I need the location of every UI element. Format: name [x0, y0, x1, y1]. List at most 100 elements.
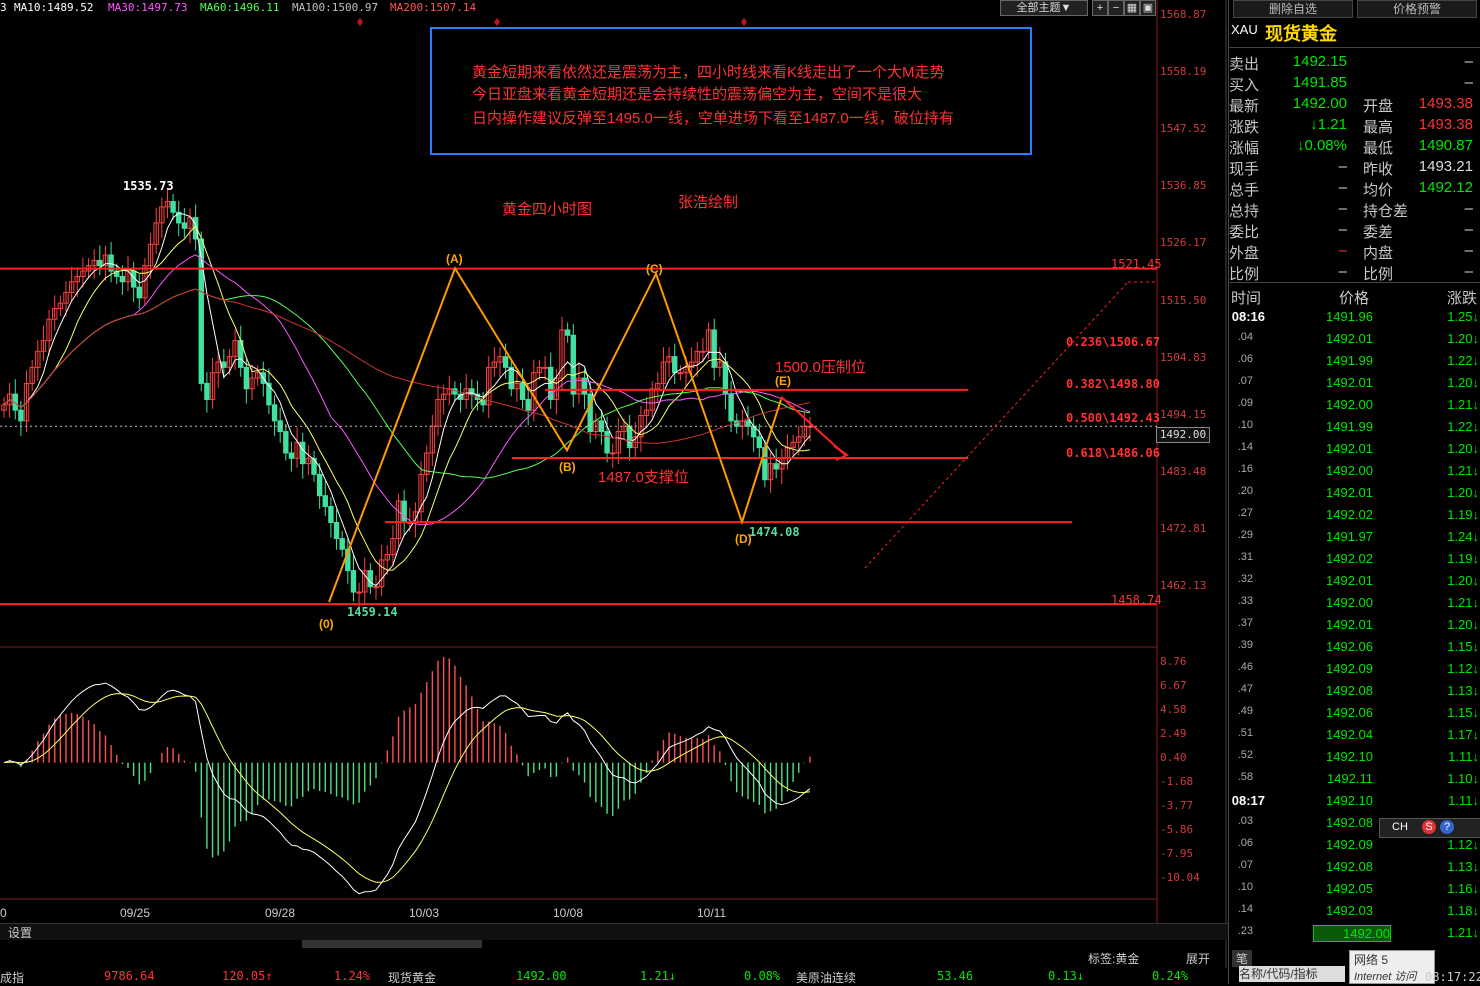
- current-price-tag: 1492.00: [1156, 427, 1210, 443]
- tick-row[interactable]: .09 1492.00 1.21↓: [1229, 394, 1480, 416]
- tick-row[interactable]: 08:17 1492.10 1.11↓: [1229, 790, 1480, 812]
- quote-row: 卖出 1492.15 –: [1229, 51, 1480, 73]
- tick-row[interactable]: .14 1492.03 1.18↓: [1229, 900, 1480, 922]
- tick-row[interactable]: .10 1491.99 1.22↓: [1229, 416, 1480, 438]
- candle-body: [711, 329, 717, 368]
- candle-body: [136, 286, 142, 299]
- tick-row[interactable]: 08:16 1491.96 1.25↓: [1229, 306, 1480, 328]
- wave-0-label: (0): [319, 617, 334, 631]
- search-input[interactable]: 名称/代码/指标: [1239, 966, 1345, 982]
- symbol-code: XAU: [1231, 22, 1258, 37]
- tick-change: 1.12↓: [1447, 661, 1479, 676]
- tick-row[interactable]: .20 1492.01 1.20↓: [1229, 482, 1480, 504]
- tick-row[interactable]: .46 1492.09 1.12↓: [1229, 658, 1480, 680]
- window-icon[interactable]: ▣: [1140, 0, 1156, 16]
- tick-row[interactable]: .52 1492.10 1.11↓: [1229, 746, 1480, 768]
- candle-body: [373, 586, 379, 589]
- tick-price: 1492.04: [1326, 727, 1373, 742]
- ma-prefix: 3: [0, 1, 7, 14]
- fib-500-label: 0.500\1492.43: [1066, 411, 1160, 425]
- tick-row[interactable]: .06 1491.99 1.22↓: [1229, 350, 1480, 372]
- tick-price: 1492.00: [1326, 397, 1373, 412]
- tick-time: .27: [1237, 507, 1253, 519]
- time-tick: 0: [0, 906, 7, 920]
- tick-row[interactable]: .23 1492.00 1.21↓: [1229, 922, 1480, 944]
- tick-change: 1.21↓: [1447, 463, 1479, 478]
- time-tick: 09/28: [265, 906, 296, 920]
- tick-row[interactable]: .29 1491.97 1.24↓: [1229, 526, 1480, 548]
- ticker-name-3[interactable]: 美原油连续: [796, 969, 856, 986]
- quote-label: 总手: [1229, 182, 1260, 199]
- quote-value: –: [1338, 200, 1347, 217]
- tick-row[interactable]: .32 1492.01 1.20↓: [1229, 570, 1480, 592]
- quote-label: 买入: [1229, 77, 1260, 94]
- scrollbar[interactable]: [302, 940, 482, 948]
- tick-row[interactable]: .37 1492.01 1.20↓: [1229, 614, 1480, 636]
- quote-label: 外盘: [1229, 245, 1260, 262]
- tick-time: 08:16: [1231, 309, 1265, 324]
- wave-a-label: (A): [446, 252, 463, 266]
- price-alert-button[interactable]: 价格预警: [1357, 0, 1477, 18]
- tick-row[interactable]: .07 1492.01 1.20↓: [1229, 372, 1480, 394]
- tick-header-time: 时间: [1231, 290, 1262, 307]
- candle-body: [672, 356, 678, 374]
- level-1521-label: 1521.45: [1111, 257, 1162, 271]
- divider: [1229, 282, 1480, 283]
- tick-change: 1.10↓: [1447, 771, 1479, 786]
- candle-body: [356, 591, 362, 594]
- ime-label: CH: [1392, 821, 1408, 833]
- tick-change: 1.13↓: [1447, 859, 1479, 874]
- tick-row[interactable]: .39 1492.06 1.15↓: [1229, 636, 1480, 658]
- tick-time: .10: [1237, 419, 1253, 431]
- tick-row[interactable]: .58 1492.11 1.10↓: [1229, 768, 1480, 790]
- tick-price: 1491.99: [1326, 419, 1373, 434]
- ime-bar[interactable]: CH S ?: [1379, 818, 1480, 838]
- tick-time: .47: [1237, 683, 1253, 695]
- tick-price: 1492.00: [1313, 925, 1391, 942]
- zoom-in-icon[interactable]: +: [1092, 0, 1108, 16]
- tick-time: 08:17: [1231, 793, 1265, 808]
- tick-header: 时间 价格 涨跌: [1229, 284, 1480, 307]
- delete-watchlist-button[interactable]: 删除自选: [1233, 0, 1353, 18]
- quote-value: –: [1338, 221, 1347, 238]
- tick-time: .46: [1237, 661, 1253, 673]
- tick-time: .52: [1237, 749, 1253, 761]
- quote-row: 涨幅 ↓0.08% 最低 1490.87: [1229, 135, 1480, 157]
- ticker-name-2[interactable]: 现货黄金: [388, 969, 436, 986]
- quote-value: 1492.00: [1292, 95, 1347, 112]
- ticker-name-1[interactable]: 成指: [0, 969, 24, 986]
- tick-change: 1.21↓: [1447, 595, 1479, 610]
- macd-dea-line: [3, 693, 811, 883]
- tick-row[interactable]: .16 1492.00 1.21↓: [1229, 460, 1480, 482]
- quote-label: 委差: [1363, 224, 1394, 241]
- help-icon[interactable]: ?: [1440, 820, 1454, 834]
- candle-body: [18, 409, 24, 422]
- zoom-out-icon[interactable]: −: [1108, 0, 1124, 16]
- theme-dropdown[interactable]: 全部主题▼: [1000, 0, 1088, 16]
- tick-row[interactable]: .47 1492.08 1.13↓: [1229, 680, 1480, 702]
- settings-button[interactable]: 设置: [8, 924, 32, 941]
- tick-price: 1492.10: [1326, 749, 1373, 764]
- tick-row[interactable]: .10 1492.05 1.16↓: [1229, 878, 1480, 900]
- tick-row[interactable]: .33 1492.00 1.21↓: [1229, 592, 1480, 614]
- tick-row[interactable]: .31 1492.02 1.19↓: [1229, 548, 1480, 570]
- tick-change: 1.22↓: [1447, 353, 1479, 368]
- tick-change: 1.13↓: [1447, 683, 1479, 698]
- grid-icon[interactable]: ▦: [1124, 0, 1140, 16]
- quote-value: 1493.21: [1418, 158, 1473, 175]
- candle-body: [367, 570, 374, 588]
- expand-button[interactable]: 展开: [1186, 950, 1210, 967]
- tick-time: .04: [1237, 331, 1253, 343]
- candle-body: [339, 538, 345, 550]
- tick-row[interactable]: .27 1492.02 1.19↓: [1229, 504, 1480, 526]
- tick-row[interactable]: .51 1492.04 1.17↓: [1229, 724, 1480, 746]
- macd-tick: 2.49: [1160, 727, 1187, 741]
- tick-row[interactable]: .07 1492.08 1.13↓: [1229, 856, 1480, 878]
- tick-row[interactable]: .04 1492.01 1.20↓: [1229, 328, 1480, 350]
- quote-label: 持仓差: [1363, 203, 1409, 220]
- tick-row[interactable]: .49 1492.06 1.15↓: [1229, 702, 1480, 724]
- price-tick: 1568.87: [1160, 8, 1207, 21]
- tick-row[interactable]: .14 1492.01 1.20↓: [1229, 438, 1480, 460]
- tick-change: 1.25↓: [1447, 309, 1479, 324]
- sogou-icon[interactable]: S: [1422, 820, 1436, 834]
